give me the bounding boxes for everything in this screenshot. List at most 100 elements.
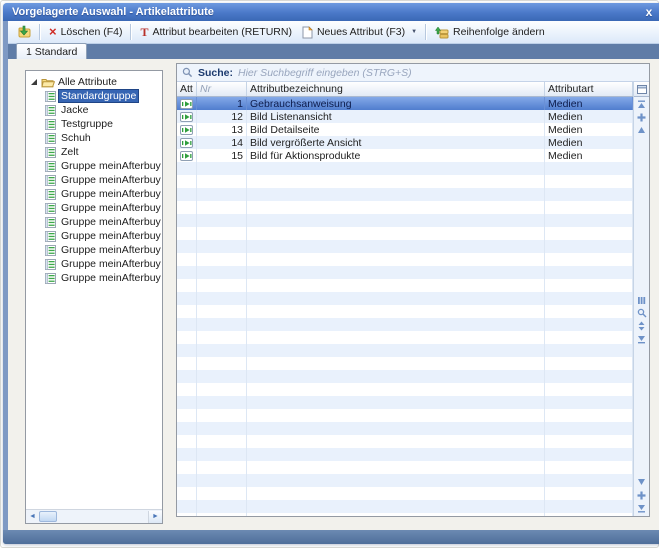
- column-header-bezeichnung[interactable]: Attributbezeichnung: [247, 82, 545, 96]
- tree-item[interactable]: Gruppe meinAfterbuy ART00082: [26, 271, 162, 285]
- grid-empty-row[interactable]: [177, 318, 633, 331]
- grid-row[interactable]: 12 Bild Listenansicht Medien: [177, 110, 633, 123]
- new-attribute-label: Neues Attribut (F3): [317, 26, 405, 38]
- append-row-icon[interactable]: [635, 489, 648, 501]
- titlebar[interactable]: Vorgelagerte Auswahl - Artikelattribute …: [3, 3, 659, 21]
- scroll-to-top-icon[interactable]: [635, 98, 648, 110]
- grid-empty-row[interactable]: [177, 435, 633, 448]
- grid-empty-row[interactable]: [177, 409, 633, 422]
- sort-icon[interactable]: [635, 320, 648, 332]
- grid-empty-row[interactable]: [177, 201, 633, 214]
- grid-cell-art: Medien: [545, 110, 633, 123]
- grid-empty-row[interactable]: [177, 448, 633, 461]
- grid-empty-row[interactable]: [177, 461, 633, 474]
- tree-scrollbar-thumb[interactable]: [39, 511, 57, 522]
- scroll-right-icon[interactable]: ►: [148, 511, 162, 523]
- attribute-group-icon: [45, 161, 56, 172]
- attribute-group-icon: [45, 231, 56, 242]
- scroll-down-icon[interactable]: [635, 476, 648, 488]
- grid-empty-row[interactable]: [177, 513, 633, 516]
- scroll-to-bottom-icon[interactable]: [635, 502, 648, 514]
- grid-cell-art: Medien: [545, 123, 633, 136]
- column-header-nr[interactable]: Nr: [197, 82, 247, 96]
- grid-empty-row[interactable]: [177, 162, 633, 175]
- tree-item[interactable]: Jacke: [26, 103, 162, 117]
- insert-row-icon[interactable]: [635, 111, 648, 123]
- grid-empty-row[interactable]: [177, 214, 633, 227]
- tree-item[interactable]: Testgruppe: [26, 117, 162, 131]
- new-attribute-dropdown-caret[interactable]: ▼: [411, 29, 417, 35]
- attribute-group-icon: [45, 175, 56, 186]
- grid-empty-row[interactable]: [177, 396, 633, 409]
- grid-empty-row[interactable]: [177, 383, 633, 396]
- scroll-left-icon[interactable]: ◄: [26, 511, 39, 523]
- grid-empty-row[interactable]: [177, 279, 633, 292]
- reorder-button[interactable]: Reihenfolge ändern: [430, 25, 550, 40]
- grid-row[interactable]: 1 Gebrauchsanweisung Medien: [177, 97, 633, 110]
- grid-empty-row[interactable]: [177, 292, 633, 305]
- column-chooser-icon[interactable]: [634, 82, 649, 97]
- grid-cell-bezeichnung: Bild Listenansicht: [247, 110, 545, 123]
- filter-icon[interactable]: [635, 333, 648, 345]
- grid-empty-row[interactable]: [177, 357, 633, 370]
- column-header-art[interactable]: Attributart: [545, 82, 633, 96]
- tree-item[interactable]: Schuh: [26, 131, 162, 145]
- attribute-group-icon: [45, 259, 56, 270]
- tree-item[interactable]: Gruppe meinAfterbuy ART00076: [26, 201, 162, 215]
- tree-item-label: Gruppe meinAfterbuy ART00073: [59, 160, 162, 172]
- reorder-icon: [435, 26, 449, 39]
- grid-empty-row[interactable]: [177, 474, 633, 487]
- grid-empty-row[interactable]: [177, 253, 633, 266]
- grid-empty-row[interactable]: [177, 227, 633, 240]
- grid-row[interactable]: 13 Bild Detailseite Medien: [177, 123, 633, 136]
- column-header-att[interactable]: Att: [177, 82, 197, 96]
- grid-cell-bezeichnung: Gebrauchsanweisung: [247, 97, 545, 110]
- toolbar-separator: [130, 24, 132, 40]
- grid-cell-att: [177, 110, 197, 123]
- import-button[interactable]: [11, 24, 36, 40]
- new-attribute-button[interactable]: Neues Attribut (F3) ▼: [297, 25, 422, 40]
- tree-item[interactable]: Gruppe meinAfterbuy ART00079: [26, 229, 162, 243]
- tree-item-label: Gruppe meinAfterbuy ART00078: [59, 216, 162, 228]
- attribute-group-icon: [45, 105, 56, 116]
- close-button[interactable]: x: [642, 6, 656, 18]
- grid-empty-row[interactable]: [177, 370, 633, 383]
- content-area: Alle Attribute Standardgruppe Jac: [8, 59, 659, 530]
- tree-root-label: Alle Attribute: [58, 76, 117, 88]
- grid-empty-row[interactable]: [177, 188, 633, 201]
- toolbar-separator: [425, 24, 427, 40]
- tab-standard[interactable]: 1 Standard: [16, 43, 87, 59]
- tree-item[interactable]: Gruppe meinAfterbuy ART00074: [26, 173, 162, 187]
- tabstrip: 1 Standard: [8, 44, 659, 59]
- grid-search-box[interactable]: Suche: Hier Suchbegriff eingeben (STRG+S…: [177, 64, 649, 82]
- tree-horizontal-scrollbar[interactable]: ◄ ►: [26, 509, 162, 523]
- tree-item[interactable]: Standardgruppe: [26, 89, 162, 103]
- delete-button[interactable]: × Löschen (F4): [44, 25, 127, 39]
- tree-item-label: Gruppe meinAfterbuy ART00075: [59, 188, 162, 200]
- find-icon[interactable]: [635, 307, 648, 319]
- grid-empty-row[interactable]: [177, 487, 633, 500]
- grid-row[interactable]: 14 Bild vergrößerte Ansicht Medien: [177, 136, 633, 149]
- view-cards-icon[interactable]: [635, 294, 648, 306]
- tree-item[interactable]: Gruppe meinAfterbuy ART00073: [26, 159, 162, 173]
- edit-attribute-button[interactable]: T Attribut bearbeiten (RETURN): [135, 25, 296, 39]
- tree-item[interactable]: Zelt: [26, 145, 162, 159]
- attribute-group-icon: [45, 119, 56, 130]
- grid-empty-row[interactable]: [177, 266, 633, 279]
- grid-empty-row[interactable]: [177, 175, 633, 188]
- tree-root-item[interactable]: Alle Attribute: [26, 75, 162, 89]
- scroll-up-icon[interactable]: [635, 124, 648, 136]
- tree-item[interactable]: Gruppe meinAfterbuy ART00078: [26, 215, 162, 229]
- media-attribute-icon: [180, 138, 193, 148]
- grid-empty-row[interactable]: [177, 240, 633, 253]
- grid-empty-row[interactable]: [177, 422, 633, 435]
- grid-empty-row[interactable]: [177, 344, 633, 357]
- grid-row[interactable]: 15 Bild für Aktionsprodukte Medien: [177, 149, 633, 162]
- tree-item[interactable]: Gruppe meinAfterbuy ART00075: [26, 187, 162, 201]
- tree-item[interactable]: Gruppe meinAfterbuy ART00080: [26, 243, 162, 257]
- tree-item[interactable]: Gruppe meinAfterbuy ART00081: [26, 257, 162, 271]
- grid-empty-row[interactable]: [177, 331, 633, 344]
- grid-empty-row[interactable]: [177, 500, 633, 513]
- expander-icon[interactable]: [30, 78, 38, 86]
- grid-empty-row[interactable]: [177, 305, 633, 318]
